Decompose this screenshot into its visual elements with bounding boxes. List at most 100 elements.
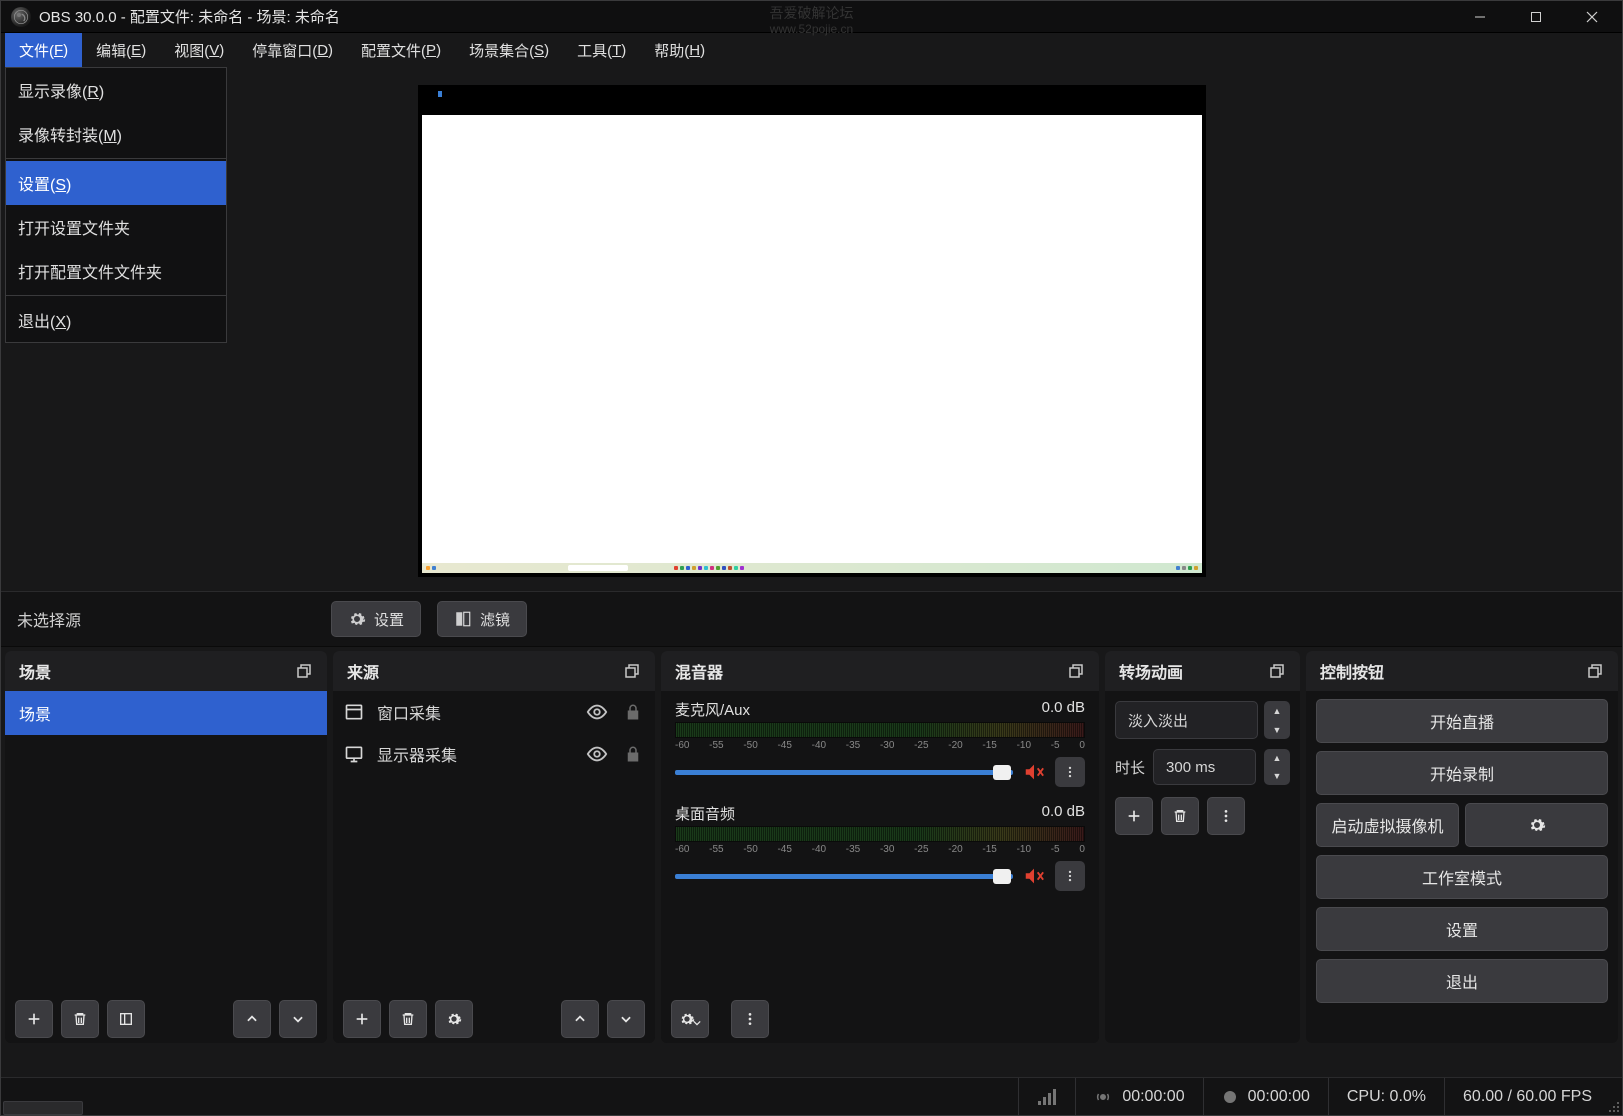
close-button[interactable] [1564, 1, 1620, 33]
controls-header: 控制按钮 [1306, 651, 1618, 691]
transition-select-label: 淡入淡出 [1128, 710, 1188, 731]
source-remove-button[interactable] [389, 1000, 427, 1038]
sources-dock: 来源 窗口采集显示器采集 [333, 651, 655, 1043]
chevron-up-icon[interactable]: ▲ [1264, 701, 1290, 720]
source-row[interactable]: 窗口采集 [333, 691, 655, 733]
source-down-button[interactable] [607, 1000, 645, 1038]
sources-toolbar [333, 995, 655, 1043]
lock-toggle[interactable] [621, 703, 645, 721]
file-menu-item[interactable]: 打开配置文件文件夹 [6, 249, 226, 293]
transition-duration-input[interactable]: 300 ms [1153, 749, 1256, 785]
transition-add-button[interactable] [1115, 797, 1153, 835]
file-menu-item[interactable]: 打开设置文件夹 [6, 205, 226, 249]
status-fps: 60.00 / 60.00 FPS [1444, 1078, 1610, 1115]
volume-slider[interactable] [675, 770, 1013, 775]
file-menu-item[interactable]: 显示录像(R) [6, 68, 226, 112]
chevron-down-icon[interactable]: ▼ [1264, 767, 1290, 785]
mute-button[interactable] [1023, 761, 1045, 783]
mixer-settings-button[interactable] [671, 1000, 709, 1038]
dock-row: 场景 场景 来源 窗口采集显示器采集 混音器 [1, 647, 1622, 1043]
channel-more-button[interactable] [1055, 757, 1085, 787]
scene-up-button[interactable] [233, 1000, 271, 1038]
lock-toggle[interactable] [621, 745, 645, 763]
file-menu-item[interactable]: 设置(S) [6, 161, 226, 205]
menu-t[interactable]: 工具(T) [563, 33, 640, 67]
menu-h[interactable]: 帮助(H) [640, 33, 719, 67]
status-stream-time: 00:00:00 [1122, 1088, 1184, 1106]
mute-button[interactable] [1023, 865, 1045, 887]
vcam-settings-button[interactable] [1465, 803, 1608, 847]
menu-p[interactable]: 配置文件(P) [347, 33, 455, 67]
settings-button[interactable]: 设置 [1316, 907, 1608, 951]
chevron-down-icon[interactable]: ▼ [1264, 720, 1290, 739]
scenes-toolbar [5, 995, 327, 1043]
signal-icon [1037, 1089, 1057, 1105]
scenes-list[interactable]: 场景 [5, 691, 327, 995]
visibility-toggle[interactable] [585, 743, 609, 765]
scene-remove-button[interactable] [61, 1000, 99, 1038]
source-filters-label: 滤镜 [480, 609, 510, 630]
channel-more-button[interactable] [1055, 861, 1085, 891]
mixer-channel: 桌面音频0.0 dB-60-55-50-45-40-35-30-25-20-15… [661, 795, 1099, 899]
source-props-button[interactable] [435, 1000, 473, 1038]
transitions-header: 转场动画 [1105, 651, 1300, 691]
source-settings-button[interactable]: 设置 [331, 601, 421, 637]
scene-down-button[interactable] [279, 1000, 317, 1038]
resize-grip-icon[interactable] [1608, 1101, 1620, 1113]
preview-area[interactable] [1, 67, 1622, 591]
sources-header: 来源 [333, 651, 655, 691]
menu-d[interactable]: 停靠窗口(D) [238, 33, 347, 67]
scenes-popout-icon[interactable] [295, 662, 313, 680]
transition-spin[interactable]: ▲▼ [1264, 701, 1290, 739]
start-vcam-button[interactable]: 启动虚拟摄像机 [1316, 803, 1459, 847]
mixer-more-button[interactable] [731, 1000, 769, 1038]
controls-popout-icon[interactable] [1586, 662, 1604, 680]
mixer-popout-icon[interactable] [1067, 662, 1085, 680]
scene-add-button[interactable] [15, 1000, 53, 1038]
source-up-button[interactable] [561, 1000, 599, 1038]
menu-bar: 文件(F)编辑(E)视图(V)停靠窗口(D)配置文件(P)场景集合(S)工具(T… [1, 33, 1622, 67]
menu-s[interactable]: 场景集合(S) [455, 33, 563, 67]
source-label: 窗口采集 [377, 700, 573, 724]
sources-popout-icon[interactable] [623, 662, 641, 680]
minimize-button[interactable] [1452, 1, 1508, 33]
gear-icon [1528, 816, 1546, 834]
sources-list[interactable]: 窗口采集显示器采集 [333, 691, 655, 995]
source-row[interactable]: 显示器采集 [333, 733, 655, 775]
transition-more-button[interactable] [1207, 797, 1245, 835]
source-context-bar: 未选择源 设置 滤镜 [1, 591, 1622, 647]
studio-mode-button[interactable]: 工作室模式 [1316, 855, 1608, 899]
volume-slider[interactable] [675, 874, 1013, 879]
preview-canvas[interactable] [418, 85, 1206, 577]
mixer-dock: 混音器 麦克风/Aux0.0 dB-60-55-50-45-40-35-30-2… [661, 651, 1099, 1043]
transition-remove-button[interactable] [1161, 797, 1199, 835]
chevron-up-icon[interactable]: ▲ [1264, 749, 1290, 767]
transition-select[interactable]: 淡入淡出 [1115, 701, 1258, 739]
scene-row[interactable]: 场景 [5, 691, 327, 735]
channel-level: 0.0 dB [1042, 803, 1085, 824]
slider-thumb[interactable] [993, 869, 1011, 884]
status-cpu: CPU: 0.0% [1328, 1078, 1444, 1115]
level-meter [675, 722, 1085, 738]
menu-v[interactable]: 视图(V) [160, 33, 238, 67]
window-title: OBS 30.0.0 - 配置文件: 未命名 - 场景: 未命名 [39, 6, 1452, 27]
controls-dock: 控制按钮 开始直播 开始录制 启动虚拟摄像机 工作室模式 设置 退出 [1306, 651, 1618, 1043]
menu-e[interactable]: 编辑(E) [82, 33, 160, 67]
level-scale: -60-55-50-45-40-35-30-25-20-15-10-50 [675, 740, 1085, 751]
maximize-button[interactable] [1508, 1, 1564, 33]
visibility-toggle[interactable] [585, 701, 609, 723]
slider-thumb[interactable] [993, 765, 1011, 780]
file-menu-item[interactable]: 录像转封装(M) [6, 112, 226, 156]
controls-body: 开始直播 开始录制 启动虚拟摄像机 工作室模式 设置 退出 [1306, 691, 1618, 1011]
start-stream-button[interactable]: 开始直播 [1316, 699, 1608, 743]
file-menu-item[interactable]: 退出(X) [6, 298, 226, 342]
start-record-button[interactable]: 开始录制 [1316, 751, 1608, 795]
scene-filter-button[interactable] [107, 1000, 145, 1038]
source-filters-button[interactable]: 滤镜 [437, 601, 527, 637]
transitions-popout-icon[interactable] [1268, 662, 1286, 680]
source-add-button[interactable] [343, 1000, 381, 1038]
mixer-title: 混音器 [675, 659, 723, 683]
transition-duration-spin[interactable]: ▲▼ [1264, 749, 1290, 785]
menu-f[interactable]: 文件(F) [5, 33, 82, 67]
exit-button[interactable]: 退出 [1316, 959, 1608, 1003]
